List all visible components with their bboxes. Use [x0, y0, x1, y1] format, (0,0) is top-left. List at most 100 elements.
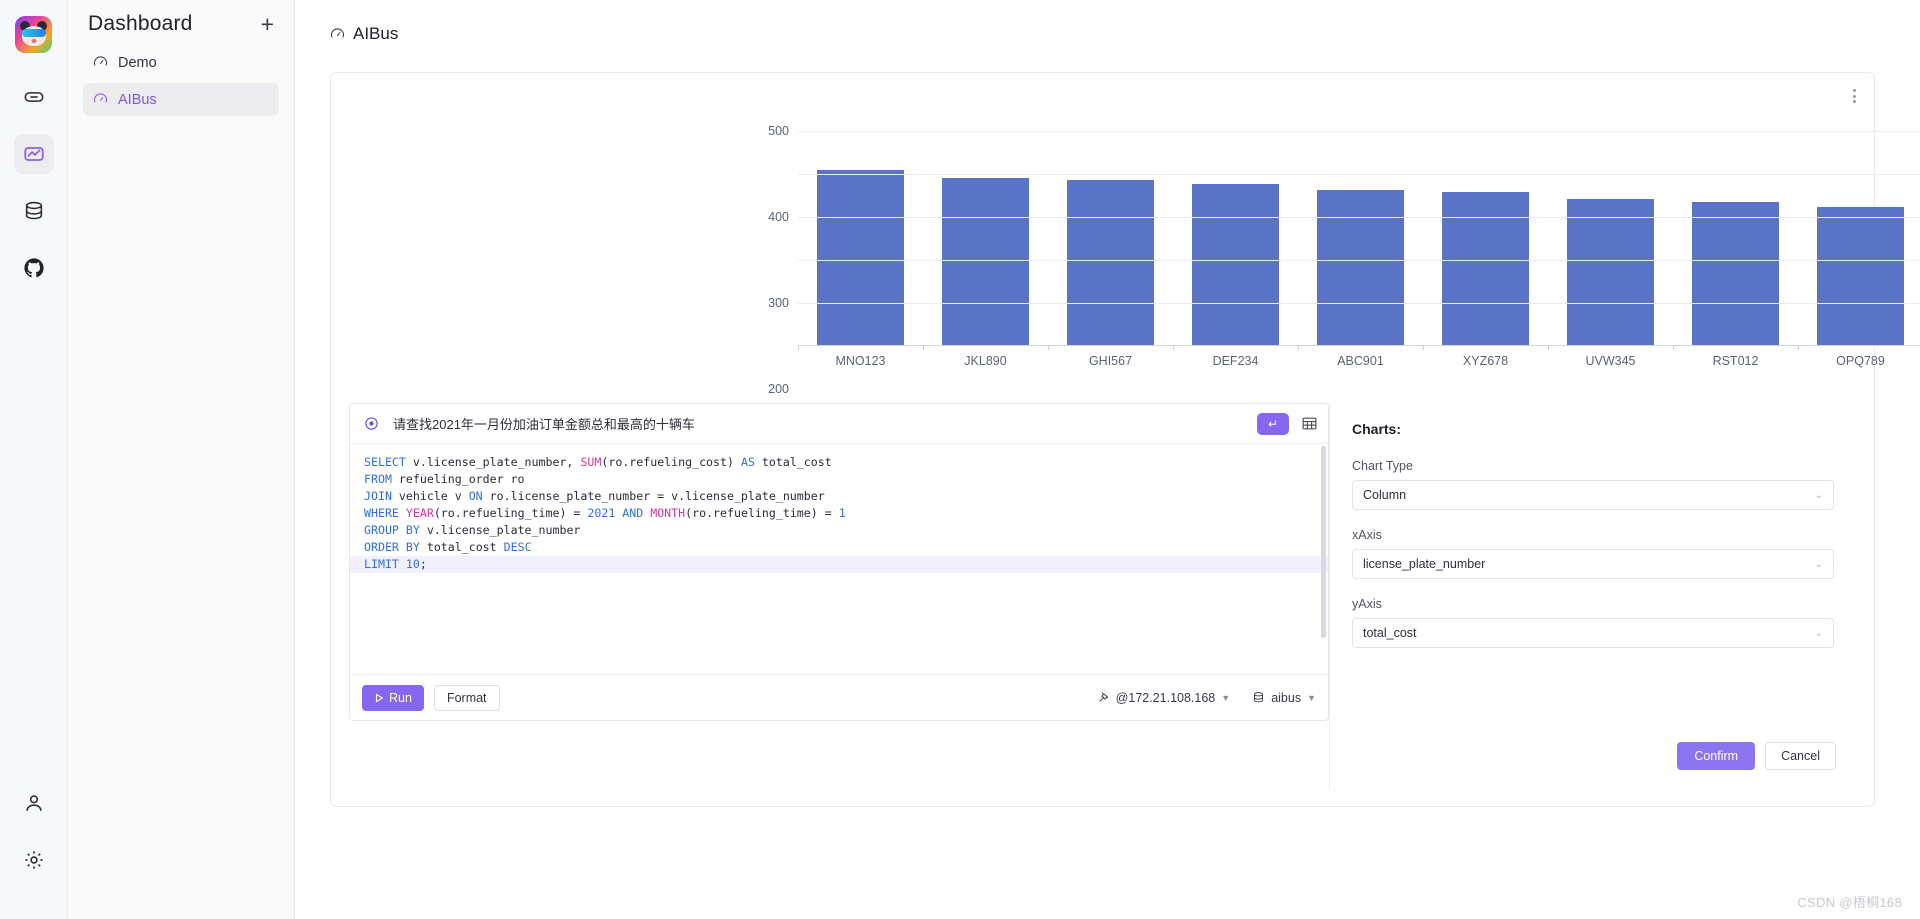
bar[interactable]	[1567, 199, 1654, 345]
bar[interactable]	[1317, 189, 1404, 345]
bar-slot	[1798, 131, 1920, 350]
database-icon-button[interactable]	[14, 191, 54, 231]
panda-logo	[15, 16, 52, 53]
icon-rail	[0, 0, 68, 919]
plug-icon	[1099, 692, 1109, 702]
chevron-down-icon: ▼	[1221, 692, 1231, 703]
settings-icon-button[interactable]	[14, 840, 54, 880]
github-icon-button[interactable]	[14, 248, 54, 288]
sql-code-area[interactable]: SELECT v.license_plate_number, SUM(ro.re…	[350, 444, 1328, 676]
chart-container: 500 400 300 2001000 MNO123 JKL890 GHI567 DEF23…	[331, 101, 1920, 568]
link-icon-button[interactable]	[14, 77, 54, 117]
gridline: 200	[768, 260, 1920, 396]
gridline: 0	[782, 346, 1920, 568]
x-axis-label: JKL890	[964, 354, 1007, 368]
yaxis-select[interactable]: total_cost ⌄	[1352, 618, 1834, 648]
connection-label: @172.21.108.168	[1115, 690, 1216, 705]
bar[interactable]	[1692, 201, 1779, 345]
bar[interactable]	[942, 178, 1029, 345]
dashboard-sidebar: Dashboard + Demo AIBus	[68, 0, 295, 919]
database-icon	[25, 201, 42, 220]
bar-slot	[1048, 131, 1173, 350]
bar-slot	[1298, 131, 1423, 350]
sidebar-item-aibus[interactable]: AIBus	[83, 83, 279, 116]
prompt-input[interactable]: 请查找2021年一月份加油订单金额总和最高的十辆车	[393, 414, 1243, 433]
sql-editor: 请查找2021年一月份加油订单金额总和最高的十辆车 ↵ SELECT v.lic…	[349, 403, 1329, 721]
user-icon-button[interactable]	[14, 783, 54, 823]
charts-panel-title: Charts:	[1352, 421, 1402, 437]
x-axis-label: ABC901	[1337, 354, 1384, 368]
run-label: Run	[389, 690, 412, 705]
chart-type-label: Chart Type	[1352, 459, 1413, 473]
github-icon	[23, 258, 44, 278]
page-title: AIBus	[353, 24, 399, 43]
field-chart-type: Chart Type Column ⌄	[1352, 459, 1834, 510]
field-yaxis: yAxis total_cost ⌄	[1352, 597, 1834, 648]
x-axis-label: GHI567	[1088, 354, 1133, 368]
dashboard-card: 500 400 300 2001000 MNO123 JKL890 GHI567 DEF23…	[330, 72, 1920, 807]
bar-series	[798, 131, 1920, 350]
bar[interactable]	[1817, 206, 1904, 345]
panel-actions: Confirm Cancel	[1677, 742, 1836, 770]
cancel-button[interactable]: Cancel	[1765, 742, 1836, 770]
main-content: AIBus 500 400 300 2001000 MNO123 JKL890 GHI56…	[295, 0, 1920, 919]
y-axis-tick: 500	[768, 124, 789, 138]
gear-icon	[24, 851, 43, 869]
table-view-button[interactable]	[1301, 415, 1318, 432]
x-axis-label: MNO123	[835, 354, 886, 368]
sql-line: LIMIT 10;	[350, 556, 1328, 574]
format-button[interactable]: Format	[433, 684, 500, 711]
y-axis-tick: 400	[768, 210, 789, 224]
gridline: 300	[768, 217, 1920, 310]
xaxis-select[interactable]: license_plate_number ⌄	[1352, 549, 1834, 579]
confirm-button[interactable]: Confirm	[1677, 742, 1756, 770]
add-dashboard-button[interactable]: +	[261, 12, 274, 36]
table-grid-icon	[1302, 417, 1317, 430]
sidebar-item-demo[interactable]: Demo	[83, 46, 279, 79]
x-axis-label: OPQ789	[1836, 354, 1885, 368]
user-icon	[25, 795, 42, 811]
chevron-down-icon: ▼	[1307, 692, 1316, 703]
chart-type-value: Column	[1363, 488, 1407, 502]
bar[interactable]	[817, 169, 904, 345]
app-root: Dashboard + Demo AIBus AIBus 500 400 300…	[0, 0, 1920, 919]
xaxis-value: license_plate_number	[1363, 557, 1486, 571]
x-axis-label: XYZ678	[1462, 354, 1509, 368]
prompt-bar: 请查找2021年一月份加油订单金额总和最高的十辆车 ↵	[350, 404, 1328, 444]
x-axis-label: RST012	[1712, 354, 1759, 368]
bar-slot	[1673, 131, 1798, 350]
xaxis-label: xAxis	[1352, 528, 1382, 542]
bar[interactable]	[1192, 183, 1279, 345]
database-selector[interactable]: aibus ▼	[1252, 691, 1316, 705]
dashboard-icon-button[interactable]	[13, 134, 54, 174]
y-axis-tick: 300	[768, 296, 789, 310]
connection-selector[interactable]: @172.21.108.168 ▼	[1097, 690, 1231, 705]
page-header: AIBus	[295, 0, 1920, 44]
bar-slot	[1423, 131, 1548, 350]
chart-type-select[interactable]: Column ⌄	[1352, 480, 1834, 510]
sql-line: ORDER BY total_cost DESC	[364, 540, 532, 555]
run-button[interactable]: Run	[362, 684, 424, 711]
editor-toolbar: Run Format @172.21.108.168 ▼ aibus ▼	[350, 674, 1328, 720]
bar[interactable]	[1442, 191, 1529, 345]
gauge-icon	[93, 56, 108, 66]
bar-slot	[1548, 131, 1673, 350]
x-axis-label: DEF234	[1212, 354, 1259, 368]
x-axis-label: UVW345	[1585, 354, 1636, 368]
bar-slot	[798, 131, 923, 350]
gridline: 400	[768, 174, 1920, 224]
query-section: 请查找2021年一月份加油订单金额总和最高的十辆车 ↵ SELECT v.lic…	[349, 403, 1856, 790]
target-icon	[365, 417, 378, 430]
yaxis-label: yAxis	[1352, 597, 1382, 611]
bar-slot	[1173, 131, 1298, 350]
bar[interactable]	[1067, 180, 1154, 345]
bar-chart: 500 400 300 2001000	[768, 124, 1920, 568]
sidebar-title: Dashboard	[88, 12, 193, 35]
link-icon	[24, 92, 43, 102]
gridline: 100	[768, 303, 1920, 482]
submit-prompt-button[interactable]: ↵	[1257, 412, 1289, 435]
editor-status: @172.21.108.168 ▼ aibus ▼	[1097, 691, 1316, 705]
sql-line: JOIN vehicle v ON ro.license_plate_numbe…	[364, 489, 825, 504]
editor-scrollbar[interactable]	[1321, 446, 1326, 638]
gauge-icon	[93, 93, 108, 103]
